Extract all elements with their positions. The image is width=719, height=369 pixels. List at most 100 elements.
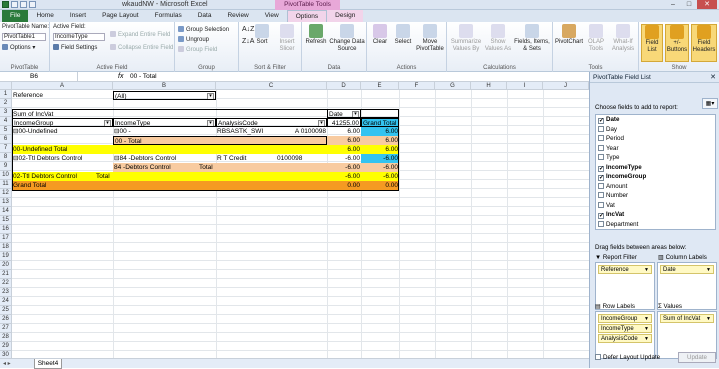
- row-header[interactable]: 22: [0, 279, 12, 288]
- checked-checkbox-icon[interactable]: ✓: [598, 118, 604, 124]
- cell-e11[interactable]: 0.00: [361, 181, 399, 190]
- row-header[interactable]: 21: [0, 270, 12, 279]
- chip-dropdown-icon[interactable]: ▼: [644, 335, 649, 343]
- checkbox-icon[interactable]: [598, 192, 604, 198]
- olap-tools-button[interactable]: OLAP Tools: [584, 24, 608, 53]
- chip-dropdown-icon[interactable]: ▼: [706, 315, 711, 323]
- row-header[interactable]: 25: [0, 306, 12, 315]
- plus-minus-buttons-button[interactable]: +/- Buttons: [665, 24, 689, 62]
- column-chip[interactable]: Date ▼: [660, 265, 714, 274]
- row-header[interactable]: 14: [0, 207, 12, 216]
- column-dropdown-icon[interactable]: ▾: [352, 111, 359, 117]
- checkbox-icon[interactable]: [598, 154, 604, 160]
- column-header[interactable]: G: [435, 82, 471, 90]
- column-header[interactable]: E: [361, 82, 399, 90]
- field-item[interactable]: Year: [596, 144, 715, 154]
- filter-dropdown-icon[interactable]: ▾: [207, 93, 214, 99]
- change-data-source-button[interactable]: Change Data Source: [329, 24, 365, 53]
- tab-home[interactable]: Home: [28, 10, 61, 22]
- row-chip[interactable]: IncomeGroup ▼: [598, 314, 652, 323]
- cell-a8[interactable]: ⊟02-Ttl Debtors Control: [12, 154, 113, 163]
- cell-a5[interactable]: ⊟00-Undefined: [12, 127, 113, 136]
- tab-file[interactable]: File: [2, 10, 29, 22]
- field-item[interactable]: ✓ IncomeType: [596, 163, 715, 173]
- insert-slicer-button[interactable]: Insert Slicer: [275, 24, 299, 53]
- active-field-input[interactable]: IncomeType: [53, 33, 105, 41]
- checkbox-icon[interactable]: [598, 220, 604, 227]
- tab-review[interactable]: Review: [219, 10, 256, 22]
- summarize-values-button[interactable]: Summarize Values By: [449, 24, 483, 53]
- cell-a4[interactable]: IncomeGroup ▾: [12, 118, 113, 127]
- field-item[interactable]: Department: [596, 220, 715, 230]
- checkbox-icon[interactable]: [598, 144, 604, 151]
- field-item[interactable]: Day: [596, 125, 715, 135]
- sort-button[interactable]: Sort: [253, 24, 271, 46]
- cell-b5[interactable]: ⊟00 -: [113, 127, 216, 136]
- checkbox-icon[interactable]: [598, 135, 604, 141]
- cell-d7[interactable]: 6.00: [327, 145, 361, 154]
- column-header[interactable]: H: [471, 82, 507, 90]
- update-button[interactable]: Update: [678, 352, 716, 363]
- field-settings-button[interactable]: Field Settings: [53, 44, 97, 51]
- row-header[interactable]: 12: [0, 189, 12, 198]
- close-pane-icon[interactable]: ✕: [710, 72, 716, 83]
- expand-field-button[interactable]: Expand Entire Field: [110, 31, 170, 38]
- chip-dropdown-icon[interactable]: ▼: [706, 266, 711, 274]
- select-button[interactable]: Select: [392, 24, 414, 46]
- row-header[interactable]: 27: [0, 324, 12, 333]
- field-item[interactable]: Type: [596, 153, 715, 163]
- save-icon[interactable]: [11, 1, 18, 8]
- tab-view[interactable]: View: [257, 10, 287, 22]
- cell-e6[interactable]: 6.00: [361, 136, 399, 145]
- filter-chip[interactable]: Reference ▼: [598, 265, 652, 274]
- cell-c8[interactable]: R T Credit: [216, 154, 266, 163]
- defer-layout-checkbox[interactable]: Defer Layout Update: [595, 354, 660, 361]
- row-header[interactable]: 5: [0, 126, 12, 135]
- tab-formulas[interactable]: Formulas: [147, 10, 190, 22]
- cell-b3[interactable]: [113, 109, 327, 118]
- redo-icon[interactable]: [29, 1, 36, 8]
- cell-d6[interactable]: 6.00: [327, 136, 361, 145]
- field-item[interactable]: Amount: [596, 182, 715, 192]
- clear-button[interactable]: Clear: [369, 24, 391, 46]
- row-dropdown-icon[interactable]: ▾: [318, 120, 325, 126]
- refresh-button[interactable]: Refresh: [304, 24, 328, 46]
- group-field-button[interactable]: Group Field: [178, 46, 217, 53]
- cell-b6[interactable]: 00 - Total: [113, 136, 327, 145]
- column-header[interactable]: B: [113, 82, 216, 90]
- row-header[interactable]: 29: [0, 342, 12, 351]
- row-header[interactable]: 30: [0, 351, 12, 358]
- row-chip[interactable]: IncomeType ▼: [598, 324, 652, 333]
- cell-b1[interactable]: (All) ▾: [113, 91, 216, 100]
- row-header[interactable]: 9: [0, 162, 12, 171]
- row-header[interactable]: 11: [0, 180, 12, 189]
- field-list-button[interactable]: Field List: [641, 24, 663, 62]
- row-header[interactable]: 17: [0, 234, 12, 243]
- cell-c4[interactable]: AnalysisCode ▾: [216, 118, 327, 127]
- cell-a11[interactable]: Grand Total: [12, 181, 327, 190]
- row-header[interactable]: 24: [0, 297, 12, 306]
- row-chip[interactable]: AnalysisCode ▼: [598, 334, 652, 343]
- tab-design[interactable]: Design: [327, 10, 364, 22]
- pivottable-name-input[interactable]: PivotTable1: [2, 33, 46, 41]
- row-header[interactable]: 8: [0, 153, 12, 162]
- field-item[interactable]: Period: [596, 134, 715, 144]
- column-header[interactable]: F: [399, 82, 435, 90]
- value-chip[interactable]: Sum of IncVat ▼: [660, 314, 714, 323]
- pivotchart-button[interactable]: PivotChart: [555, 24, 583, 46]
- row-header[interactable]: 6: [0, 135, 12, 144]
- select-all-corner[interactable]: [0, 82, 12, 90]
- row-header[interactable]: 19: [0, 252, 12, 261]
- chip-dropdown-icon[interactable]: ▼: [644, 266, 649, 274]
- row-header[interactable]: 23: [0, 288, 12, 297]
- undo-icon[interactable]: [20, 1, 27, 8]
- cell-e8[interactable]: -6.00: [361, 154, 399, 163]
- checkbox-icon[interactable]: [598, 125, 604, 132]
- move-pivottable-button[interactable]: Move PivotTable: [415, 24, 445, 53]
- tab-insert[interactable]: Insert: [62, 10, 94, 22]
- worksheet-grid[interactable]: A B C D E F G H I J 1 2 3 4 5 6 7 8 9 10 11 12 13 14 1…: [0, 82, 589, 358]
- show-values-as-button[interactable]: Show Values As: [484, 24, 512, 53]
- column-header[interactable]: A: [12, 82, 113, 90]
- field-item[interactable]: ✓ IncVat: [596, 210, 715, 220]
- cell-e5[interactable]: 6.00: [361, 127, 399, 136]
